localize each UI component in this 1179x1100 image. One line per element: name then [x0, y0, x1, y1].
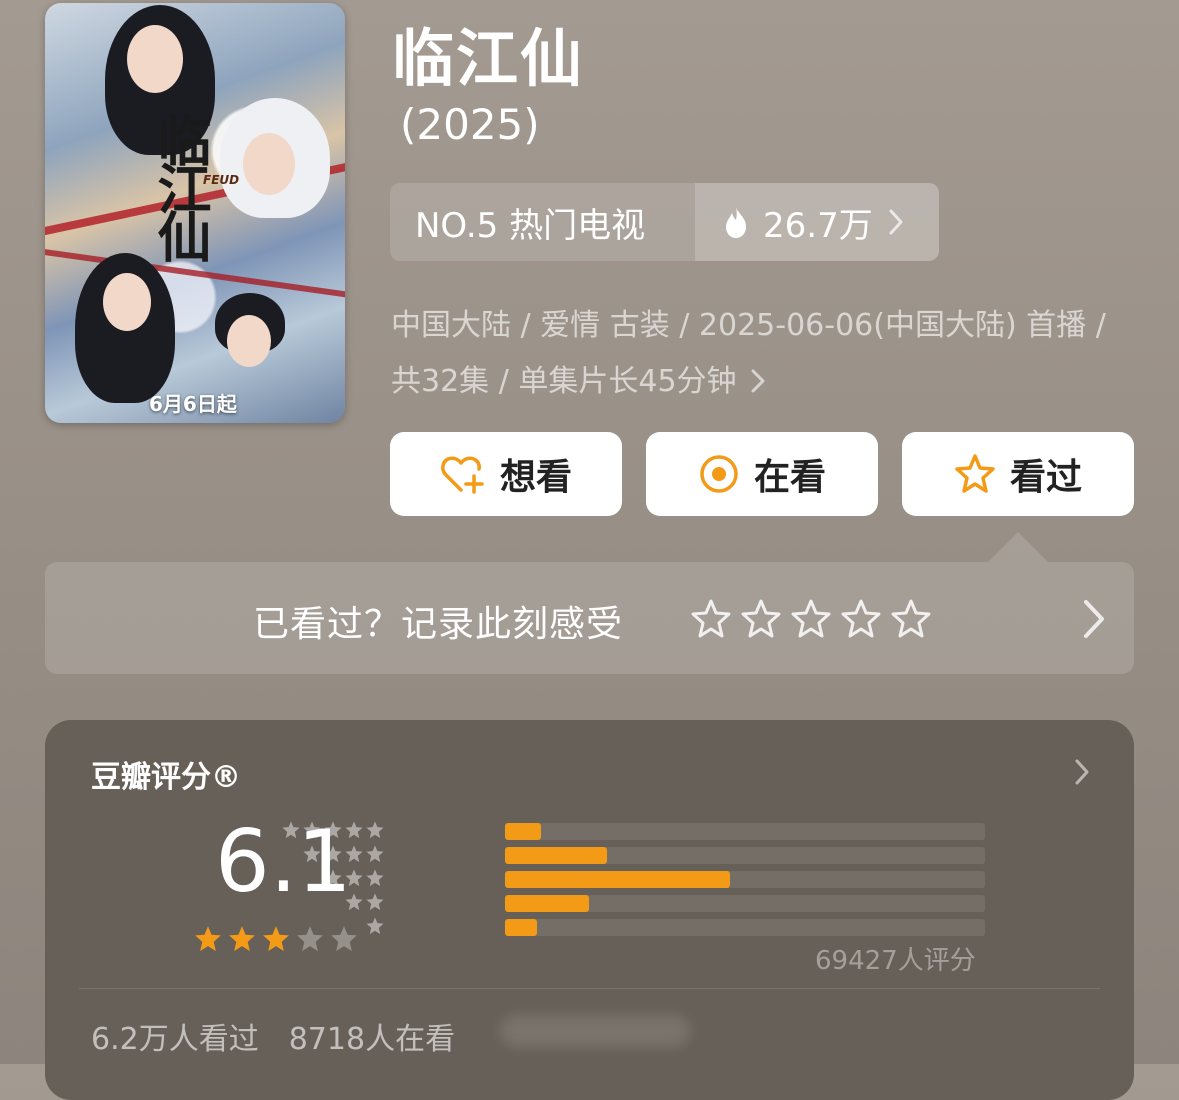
- poster-figure-face: [227, 315, 271, 367]
- poster-figure-face: [127, 25, 183, 93]
- poster-figure-face: [243, 133, 295, 195]
- star-outline-icon[interactable]: [690, 598, 732, 640]
- star-outline-icon[interactable]: [790, 598, 832, 640]
- poster-english-title: FEUD: [203, 173, 240, 187]
- distribution-bar: [505, 823, 541, 840]
- watching-button[interactable]: 在看: [646, 432, 878, 516]
- star-outline-icon[interactable]: [740, 598, 782, 640]
- heat-value: 26.7万: [763, 205, 873, 246]
- rating-label: 豆瓣评分®: [91, 760, 241, 795]
- star-icon: [366, 869, 384, 887]
- distribution-bar: [505, 919, 537, 936]
- distribution-track: [505, 823, 985, 840]
- show-meta-text: 中国大陆 / 爱情 古装 / 2025-06-06(中国大陆) 首播 / 共32…: [391, 308, 1106, 399]
- heart-plus-icon: [441, 456, 484, 494]
- record-feeling-panel[interactable]: 已看过？记录此刻感受: [45, 562, 1134, 674]
- watching-count: 8718人在看: [288, 1022, 456, 1057]
- star-icon: [324, 821, 342, 839]
- record-feeling-prompt: 已看过？记录此刻感受: [253, 604, 624, 645]
- distribution-star-label: [281, 892, 385, 912]
- distribution-star-label: [281, 820, 385, 840]
- distribution-bar: [505, 895, 589, 912]
- rank-label: NO.5 热门电视: [415, 205, 646, 246]
- star-icon: [303, 845, 321, 863]
- chevron-right-icon: [751, 369, 765, 393]
- distribution-track: [505, 871, 985, 888]
- star-icon: [366, 845, 384, 863]
- want-to-watch-button[interactable]: 想看: [390, 432, 622, 516]
- star-outline-icon[interactable]: [840, 598, 882, 640]
- distribution-track: [505, 919, 985, 936]
- distribution-star-label: [281, 916, 385, 936]
- want-to-watch-label: 想看: [499, 457, 572, 498]
- popover-pointer: [988, 532, 1048, 562]
- blurred-content: [500, 1015, 690, 1047]
- page-title: 临江仙: [392, 22, 585, 95]
- rating-count: 69427人评分: [815, 946, 976, 976]
- star-icon: [345, 845, 363, 863]
- watched-button[interactable]: 看过: [902, 432, 1134, 516]
- douban-rating-card[interactable]: 豆瓣评分® 6.1 69427人评分 6.2万人看过 8718人在看: [45, 720, 1134, 1100]
- chevron-right-icon: [1075, 759, 1089, 785]
- star-icon: [345, 821, 363, 839]
- distribution-star-label: [281, 868, 385, 888]
- rank-badge[interactable]: NO.5 热门电视 26.7万: [390, 183, 939, 261]
- watching-label: 在看: [753, 457, 826, 498]
- star-icon: [282, 821, 300, 839]
- star-icon: [345, 869, 363, 887]
- star-outline-icon[interactable]: [890, 598, 932, 640]
- watched-label: 看过: [1009, 457, 1082, 498]
- poster-figure-face: [103, 273, 151, 331]
- watched-count: 6.2万人看过: [91, 1022, 259, 1057]
- star-icon: [303, 821, 321, 839]
- distribution-star-label: [281, 844, 385, 864]
- star-icon: [324, 869, 342, 887]
- poster-calligraphy-title: 临江仙: [148, 113, 212, 257]
- star-icon: [366, 821, 384, 839]
- distribution-track: [505, 847, 985, 864]
- target-icon: [700, 455, 738, 493]
- rating-stars-input[interactable]: [690, 598, 932, 640]
- star-icon: [324, 845, 342, 863]
- star-filled-icon: [195, 926, 221, 952]
- divider: [79, 988, 1100, 989]
- distribution-bar: [505, 871, 730, 888]
- poster-image[interactable]: 临江仙 FEUD 6月6日起: [45, 3, 345, 423]
- poster-release-caption: 6月6日起: [149, 392, 237, 416]
- chevron-right-icon: [1084, 600, 1104, 638]
- watch-stats: 6.2万人看过 8718人在看: [91, 1014, 485, 1058]
- heat-section[interactable]: 26.7万: [695, 183, 939, 261]
- flame-icon: [726, 207, 746, 238]
- distribution-bar: [505, 847, 607, 864]
- star-outline-icon: [955, 454, 995, 493]
- show-meta[interactable]: 中国大陆 / 爱情 古装 / 2025-06-06(中国大陆) 首播 / 共32…: [391, 298, 1131, 410]
- star-filled-icon: [229, 926, 255, 952]
- star-icon: [366, 893, 384, 911]
- chevron-right-icon: [889, 209, 903, 235]
- star-icon: [345, 893, 363, 911]
- release-year: (2025): [400, 100, 540, 149]
- distribution-track: [505, 895, 985, 912]
- star-icon: [366, 917, 384, 935]
